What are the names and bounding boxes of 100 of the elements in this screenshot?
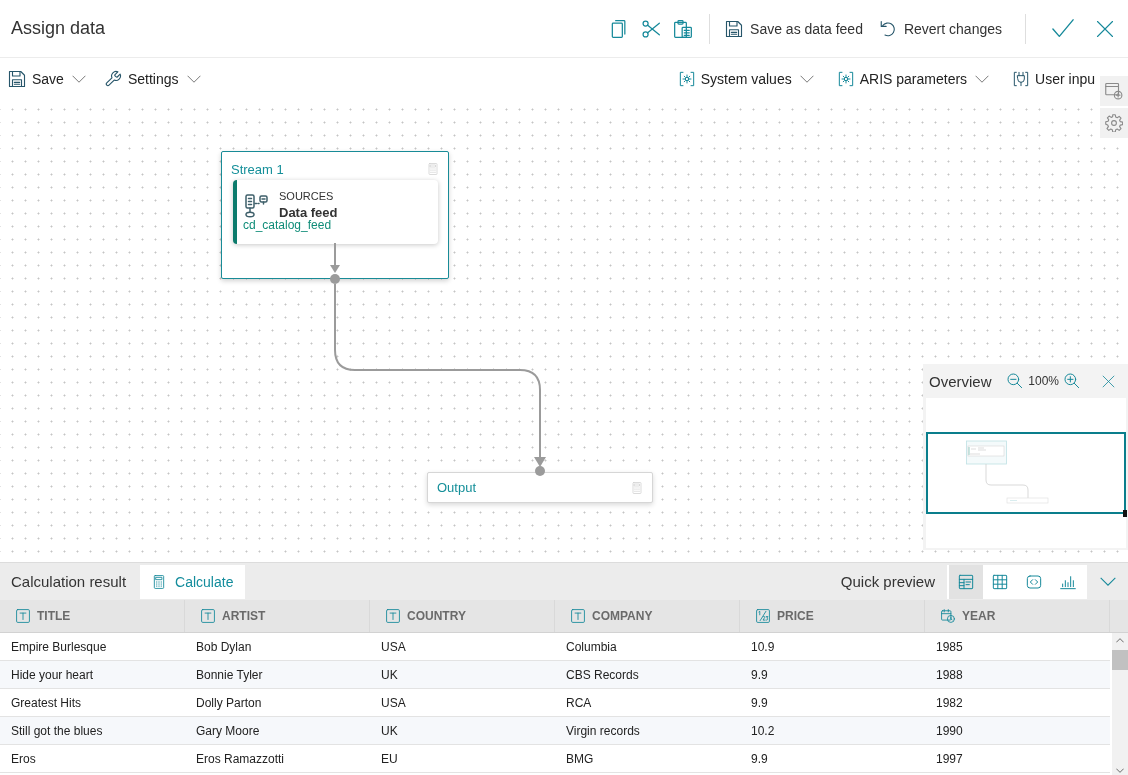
save-icon	[8, 70, 26, 88]
table-cell-text: 9.9	[750, 694, 769, 712]
table-cell-text: 1982	[935, 694, 964, 712]
settings-icon	[1105, 114, 1123, 132]
table-cell-text: UK	[380, 666, 399, 684]
table-cell-text: Gary Moore	[195, 722, 261, 740]
table-cell-text: Bob Dylan	[195, 638, 253, 656]
table-cell-text: CBS Records	[565, 666, 640, 684]
column-header[interactable]: YEAR	[925, 600, 1110, 632]
table-cell-text: 1985	[935, 638, 964, 656]
output-node[interactable]: Output	[427, 472, 653, 503]
table-cell-text: Eros	[10, 750, 37, 768]
save-feed-button[interactable]: Save as data feed	[720, 15, 868, 42]
scroll-down-icon	[1116, 768, 1124, 773]
calculator-icon	[427, 161, 439, 177]
minimap[interactable]	[926, 398, 1126, 548]
column-header[interactable]: COUNTRY	[370, 600, 555, 632]
table-cell-text: 10.2	[750, 722, 776, 740]
scissors-icon	[641, 18, 662, 39]
chevron-down-icon	[1100, 577, 1116, 586]
text-type-icon	[571, 609, 585, 623]
table-cell-text: Hide your heart	[10, 666, 95, 684]
plug-icon	[1013, 71, 1030, 87]
table-cell-text: RCA	[565, 694, 593, 712]
add-panel-button[interactable]	[1100, 76, 1128, 106]
form-view-button[interactable]	[949, 564, 983, 599]
calendar-clock-icon	[941, 609, 955, 623]
step-title: Data feed	[279, 205, 338, 220]
scrollbar-thumb[interactable]	[1112, 650, 1128, 670]
node-title: Stream 1	[231, 161, 284, 177]
panel-title: Calculation result	[11, 573, 127, 590]
table-cell-text: Eros Ramazzotti	[195, 750, 286, 768]
calculator-icon	[631, 479, 643, 496]
column-header[interactable]: TITLE	[0, 600, 185, 632]
number-type-icon	[756, 609, 770, 623]
check-icon	[1052, 17, 1074, 40]
calculator-icon	[152, 574, 167, 589]
parameters-menu[interactable]: ARIS parameters	[832, 67, 995, 91]
table-cell-text: Greatest Hits	[10, 694, 83, 712]
table-cell-text: Virgin records	[565, 722, 641, 740]
settings-menu[interactable]: Settings	[98, 66, 206, 92]
quick-preview-label: Quick preview	[840, 573, 935, 590]
table-cell-text: 9.9	[750, 750, 769, 768]
node-title: Output	[437, 480, 477, 495]
stream-node[interactable]: Stream 1 SOURCES Data feed cd_catalog_feed	[221, 151, 449, 279]
table-cell-text: 1990	[935, 722, 964, 740]
data-source-icon	[244, 193, 268, 219]
table-cell-text: BMG	[565, 750, 595, 768]
zoom-level: 100%	[1028, 374, 1059, 388]
table-cell-text: Dolly Parton	[195, 694, 263, 712]
table-cell-text: Bonnie Tyler	[195, 666, 264, 684]
save-menu[interactable]: Save	[3, 66, 91, 92]
zoom-in-icon	[1064, 373, 1080, 389]
close-icon	[1101, 374, 1115, 388]
zoom-in-button[interactable]	[1063, 371, 1081, 391]
table-cell-text: UK	[380, 722, 399, 740]
table-cell-text: USA	[380, 638, 407, 656]
zoom-out-icon	[1007, 373, 1024, 389]
zoom-out-button[interactable]	[1006, 371, 1025, 391]
column-header[interactable]: ARTIST	[185, 600, 370, 632]
grid-icon	[992, 573, 1008, 590]
table-cell-text: 10.9	[750, 638, 776, 656]
system-values-menu[interactable]: System values	[673, 67, 819, 91]
bar-chart-icon	[1060, 573, 1076, 590]
save-icon	[725, 19, 744, 38]
text-type-icon	[386, 609, 400, 623]
close-icon	[1096, 19, 1114, 38]
user-input-menu[interactable]: User inpu	[1008, 67, 1100, 91]
revert-button[interactable]: Revert changes	[873, 15, 1007, 42]
resize-handle[interactable]	[1123, 510, 1127, 517]
step-category: SOURCES	[279, 190, 335, 202]
calculate-button[interactable]: Calculate	[140, 564, 246, 599]
column-header[interactable]: COMPANY	[555, 600, 740, 632]
table-cell-text: EU	[380, 750, 399, 768]
page-title: Assign data	[11, 18, 106, 39]
step-source: cd_catalog_feed	[242, 218, 333, 232]
scrollbar[interactable]	[1112, 633, 1128, 775]
gear-icon	[678, 71, 695, 87]
wrench-icon	[103, 70, 122, 88]
table-cell-text: Empire Burlesque	[10, 638, 108, 656]
viewport-frame[interactable]	[926, 432, 1126, 514]
step-card[interactable]: SOURCES Data feed cd_catalog_feed	[233, 180, 438, 244]
table-cell-text: 1997	[935, 750, 964, 768]
table-cell-text: 1988	[935, 666, 964, 684]
gear-icon	[837, 71, 854, 87]
settings-button[interactable]	[1100, 108, 1128, 138]
undo-icon	[878, 19, 897, 38]
scroll-up-icon	[1116, 638, 1124, 643]
table-cell-text: 9.9	[750, 666, 769, 684]
layout-icon	[958, 573, 974, 590]
column-header[interactable]: PRICE	[740, 600, 925, 632]
text-type-icon	[201, 609, 215, 623]
code-icon	[1026, 573, 1042, 590]
panel-title: Overview	[929, 372, 992, 390]
table-cell-text: USA	[380, 694, 407, 712]
text-type-icon	[16, 609, 30, 623]
table-cell-text: Columbia	[565, 638, 618, 656]
window-plus-icon	[1105, 82, 1123, 100]
clipboard-icon	[673, 18, 694, 39]
table-cell-text: Still got the blues	[10, 722, 104, 740]
